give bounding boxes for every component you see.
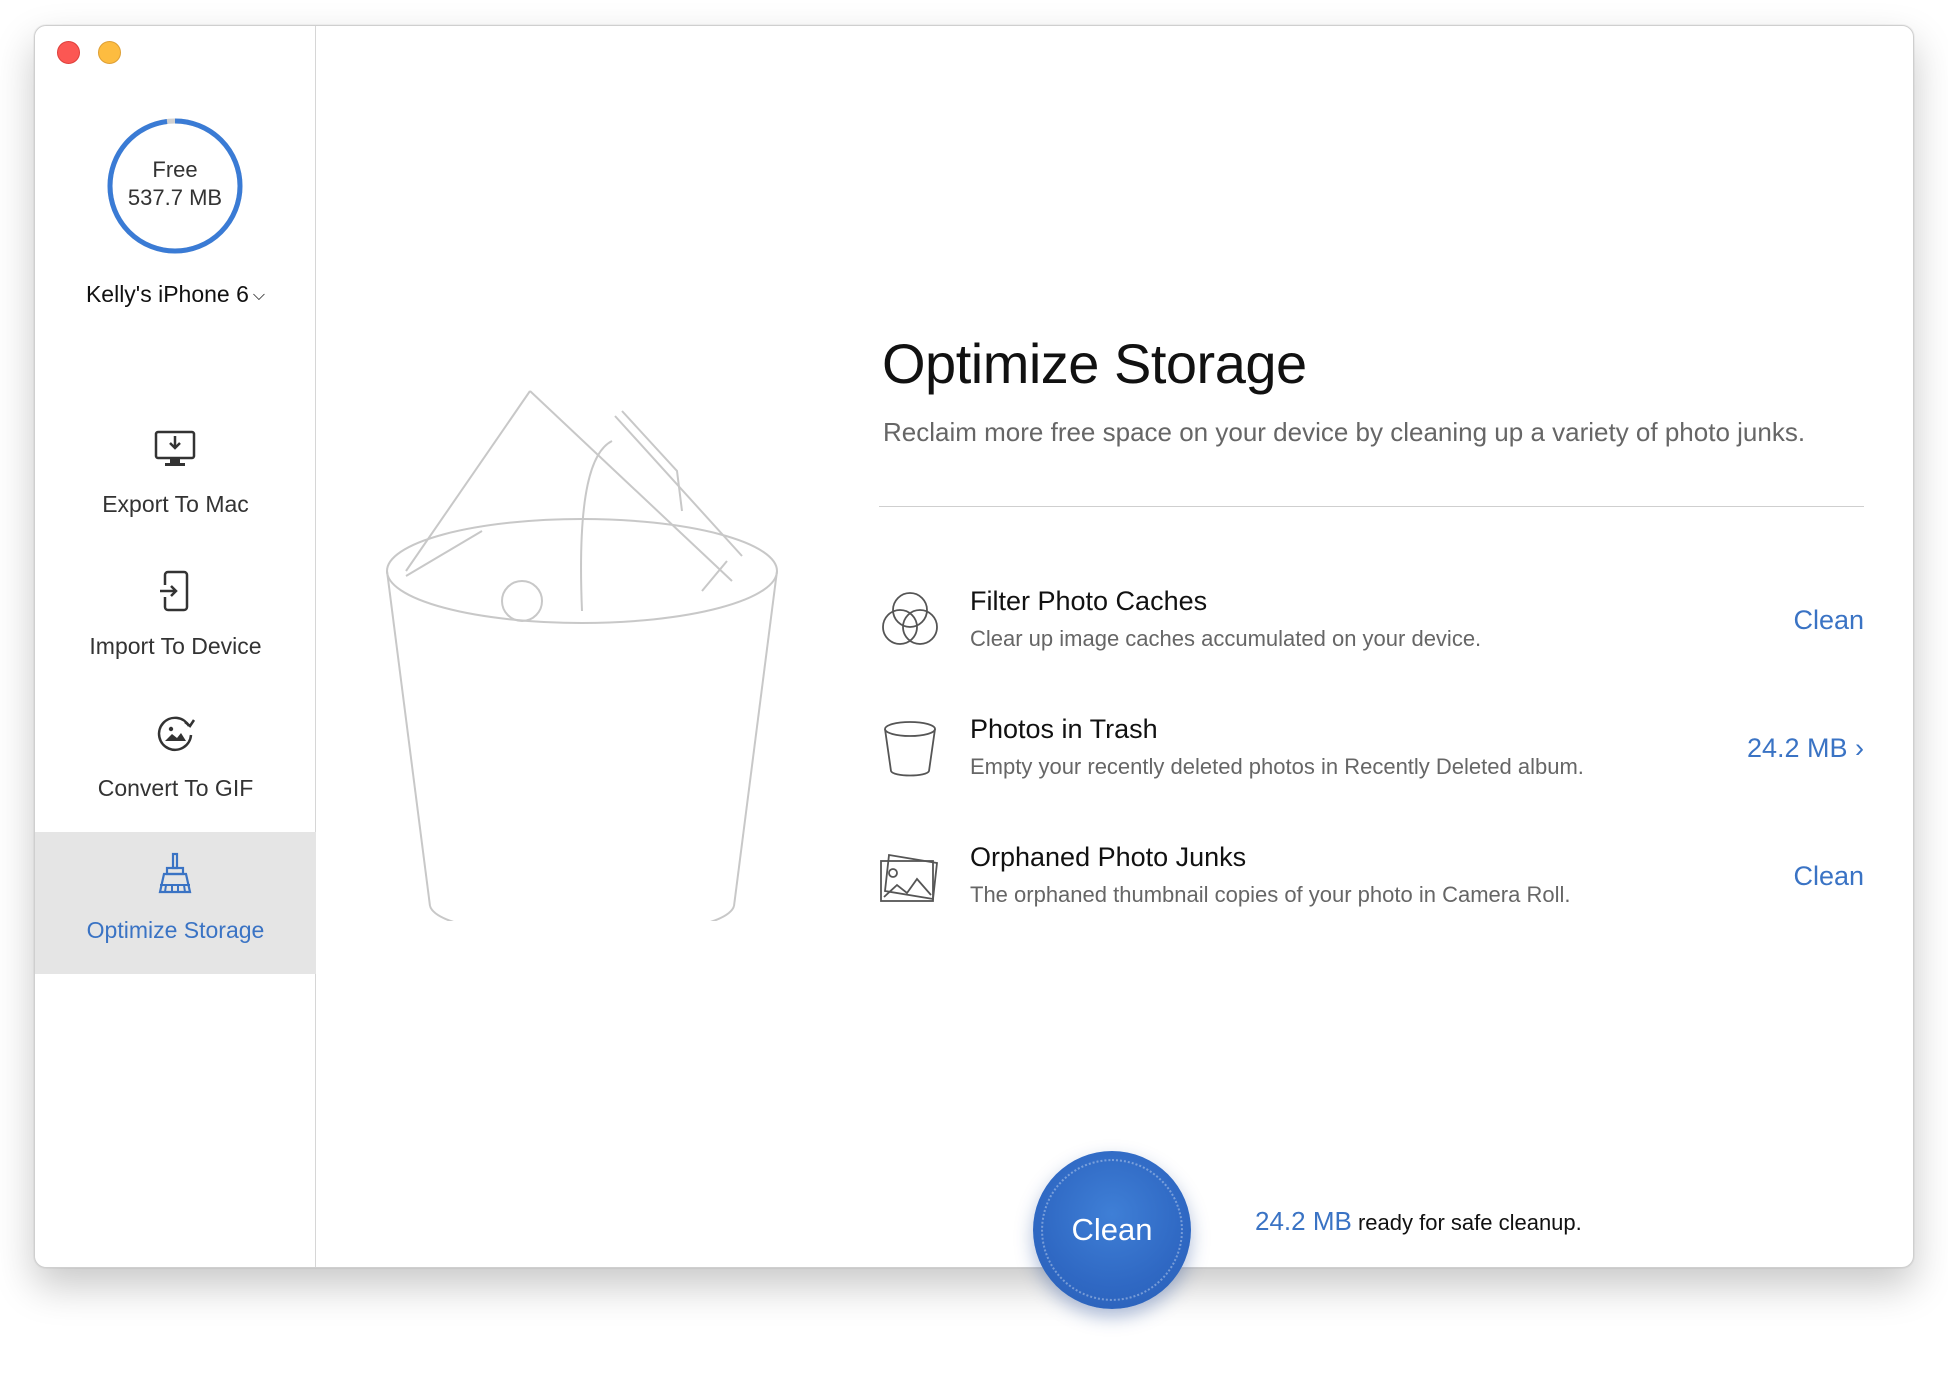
item-description: Clear up image caches accumulated on you…	[970, 626, 1482, 651]
storage-label: Free	[152, 157, 198, 182]
nav-convert-to-gif[interactable]: Convert To GIF	[35, 690, 316, 832]
clean-link[interactable]: Clean	[1793, 861, 1864, 892]
divider	[879, 506, 1864, 507]
item-title: Filter Photo Caches	[970, 586, 1208, 616]
list-item-orphaned-photo-junks: Orphaned Photo Junks The orphaned thumbn…	[879, 827, 1864, 927]
list-item-filter-photo-caches: Filter Photo Caches Clear up image cache…	[879, 571, 1864, 671]
item-description: Empty your recently deleted photos in Re…	[970, 754, 1584, 779]
trash-bin-illustration	[386, 390, 778, 921]
nav-label: Import To Device	[89, 633, 262, 659]
storage-value: 537.7 MB	[127, 185, 223, 210]
broom-icon	[158, 852, 192, 894]
minimize-window-button[interactable]	[98, 41, 121, 64]
cleanup-size: 24.2 MB	[1255, 1206, 1352, 1236]
gif-convert-icon	[157, 716, 196, 752]
close-window-button[interactable]	[57, 41, 80, 64]
nav-label: Convert To GIF	[97, 775, 254, 801]
storage-summary: Free 537.7 MB	[105, 156, 245, 212]
clean-button-label: Clean	[1071, 1212, 1153, 1247]
item-title: Photos in Trash	[970, 714, 1158, 744]
trash-bin-icon	[884, 721, 936, 777]
device-name: Kelly's iPhone 6	[85, 281, 249, 307]
clean-link[interactable]: Clean	[1793, 605, 1864, 636]
nav-import-to-device[interactable]: Import To Device	[35, 548, 316, 690]
item-description: The orphaned thumbnail copies of your ph…	[970, 882, 1571, 907]
monitor-download-icon	[154, 430, 196, 466]
trash-size-link[interactable]: 24.2 MB ›	[1747, 733, 1864, 764]
cleanup-text: ready for safe cleanup.	[1357, 1210, 1582, 1235]
page-title: Optimize Storage	[882, 332, 1307, 395]
main-content: Optimize Storage Reclaim more free space…	[317, 26, 1913, 1309]
sidebar: Free 537.7 MB Kelly's iPhone 6 ⌵ Export T…	[35, 26, 316, 1267]
photo-stack-icon	[880, 853, 938, 902]
chevron-down-icon: ⌵	[252, 287, 266, 304]
clean-button[interactable]: Clean	[1033, 1151, 1191, 1309]
device-selector[interactable]: Kelly's iPhone 6 ⌵	[35, 281, 316, 308]
nav-label: Optimize Storage	[86, 917, 265, 943]
nav-optimize-storage[interactable]: Optimize Storage	[35, 832, 316, 974]
page-subtitle: Reclaim more free space on your device b…	[883, 417, 1806, 447]
phone-import-icon	[159, 570, 189, 612]
app-window: Free 537.7 MB Kelly's iPhone 6 ⌵ Export T…	[34, 25, 1914, 1309]
nav-export-to-mac[interactable]: Export To Mac	[35, 406, 316, 548]
nav-label: Export To Mac	[102, 491, 249, 517]
item-title: Orphaned Photo Junks	[970, 842, 1247, 872]
overlapping-circles-icon	[882, 592, 938, 645]
cleanup-summary: 24.2 MB ready for safe cleanup.	[1255, 1206, 1582, 1237]
list-item-photos-in-trash: Photos in Trash Empty your recently dele…	[879, 699, 1864, 799]
